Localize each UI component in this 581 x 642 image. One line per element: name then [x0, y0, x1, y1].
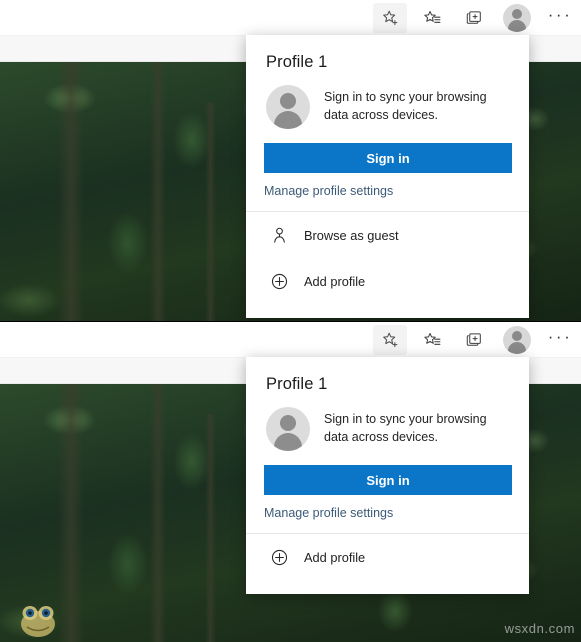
identity-row: Sign in to sync your browsing data acros…: [246, 394, 529, 451]
menu-item-add-profile[interactable]: Add profile: [246, 534, 529, 580]
menu-item-add-profile[interactable]: Add profile: [246, 258, 529, 304]
favorites-icon: [423, 331, 442, 350]
settings-and-more-button[interactable]: ···: [543, 325, 577, 355]
add-favorite-icon: [381, 331, 400, 350]
favorites-button[interactable]: [415, 3, 449, 33]
favorites-button[interactable]: [415, 325, 449, 355]
menu-item-label: Add profile: [304, 549, 366, 565]
menu-item-label: Browse as guest: [304, 227, 399, 243]
profile-flyout-title: Profile 1: [266, 53, 328, 71]
profile-avatar-icon: [512, 9, 522, 19]
profile-avatar-icon: [512, 331, 522, 341]
settings-and-more-icon: ···: [547, 5, 573, 24]
profile-avatar-button[interactable]: [503, 4, 531, 32]
identity-row: Sign in to sync your browsing data acros…: [246, 72, 529, 129]
profile-avatar-button[interactable]: [503, 326, 531, 354]
favorites-icon: [423, 9, 442, 28]
profile-flyout-title: Profile 1: [266, 375, 328, 393]
identity-avatar: [266, 85, 310, 129]
toolbar-icon-group: ···: [369, 322, 581, 358]
profile-flyout: Profile 1 Sign in to sync your browsing …: [246, 35, 529, 318]
add-favorite-button[interactable]: [373, 325, 407, 355]
browser-toolbar: ···: [0, 0, 581, 36]
collections-icon: [465, 331, 484, 350]
settings-and-more-icon: ···: [547, 327, 573, 346]
sync-description-text: Sign in to sync your browsing data acros…: [324, 412, 487, 445]
sign-in-button[interactable]: Sign in: [264, 143, 512, 173]
add-favorite-icon: [381, 9, 400, 28]
settings-and-more-button[interactable]: ···: [543, 3, 577, 33]
manage-profile-settings-link[interactable]: Manage profile settings: [246, 173, 529, 211]
browser-screenshot-top: ··· Profile 1 Sign in to sync your brows…: [0, 0, 581, 321]
site-watermark: wsxdn.com: [504, 621, 575, 636]
browser-screenshot-bottom: ··· Profile 1 Sign in to sync your brows…: [0, 322, 581, 642]
menu-item-label: Add profile: [304, 273, 366, 289]
profile-flyout: Profile 1 Sign in to sync your browsing …: [246, 357, 529, 594]
manage-profile-settings-link[interactable]: Manage profile settings: [246, 495, 529, 533]
sync-description-text: Sign in to sync your browsing data acros…: [324, 90, 487, 123]
sign-in-button[interactable]: Sign in: [264, 465, 512, 495]
identity-avatar: [266, 407, 310, 451]
plus-circle-icon: [266, 548, 292, 567]
add-favorite-button[interactable]: [373, 3, 407, 33]
plus-circle-icon: [266, 272, 292, 291]
browser-toolbar: ···: [0, 322, 581, 358]
menu-item-browse-as-guest[interactable]: Browse as guest: [246, 212, 529, 258]
guest-person-icon: [266, 226, 292, 245]
frog-mascot-logo: [8, 602, 70, 640]
collections-button[interactable]: [457, 3, 491, 33]
toolbar-icon-group: ···: [369, 0, 581, 36]
collections-button[interactable]: [457, 325, 491, 355]
collections-icon: [465, 9, 484, 28]
